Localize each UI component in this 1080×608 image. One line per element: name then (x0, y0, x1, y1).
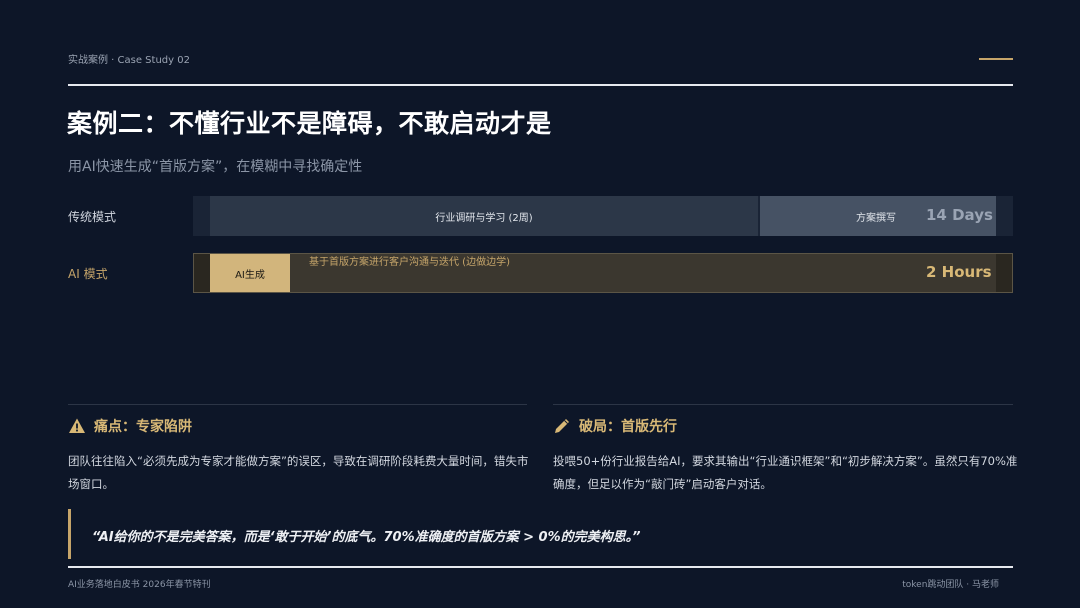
pain-point-divider (68, 404, 527, 405)
ai-generate-segment: AI生成 (210, 254, 290, 292)
writing-segment: 方案撰写 14 Days (760, 196, 996, 236)
iterate-segment-label: 基于首版方案进行客户沟通与迭代 (边做边学) (309, 257, 510, 268)
ai-duration: 2 Hours (926, 263, 992, 281)
footer-publication: AI业务落地白皮书 2026年春节特刊 (68, 580, 211, 590)
traditional-mode-label: 传统模式 (68, 210, 117, 224)
footer-author: token跳动团队 · 马老师 (902, 580, 999, 590)
pain-point-body: 团队往往陷入“必须先成为专家才能做方案”的误区，导致在调研阶段耗费大量时间，错失… (68, 454, 529, 491)
case-study-label: 实战案例 · Case Study 02 (68, 55, 190, 66)
pencil-icon (553, 417, 571, 435)
writing-segment-label: 方案撰写 (856, 213, 896, 224)
top-divider (68, 84, 1013, 86)
pain-point-title: 痛点：专家陷阱 (94, 419, 192, 435)
warning-icon (68, 417, 86, 435)
traditional-timeline: 行业调研与学习 (2周) 方案撰写 14 Days (193, 196, 1013, 236)
traditional-duration: 14 Days (926, 206, 993, 224)
breakthrough-body: 投喂50+份行业报告给AI，要求其输出“行业通识框架”和“初步解决方案”。虽然只… (553, 454, 1018, 491)
research-segment: 行业调研与学习 (2周) (210, 196, 758, 236)
research-segment-label: 行业调研与学习 (2周) (435, 212, 533, 224)
page-subtitle: 用AI快速生成“首版方案”，在模糊中寻找确定性 (68, 159, 363, 175)
breakthrough-divider (553, 404, 1013, 405)
ai-generate-label: AI生成 (235, 269, 265, 281)
breakthrough-title: 破局：首版先行 (579, 419, 677, 435)
ai-mode-label: AI 模式 (68, 267, 108, 281)
quote-accent-bar (68, 509, 71, 559)
key-quote: “AI给你的不是完美答案，而是‘敢于开始’的底气。70%准确度的首版方案 > 0… (92, 530, 641, 545)
breakthrough-heading: 破局：首版先行 (553, 416, 677, 436)
iterate-segment: 基于首版方案进行客户沟通与迭代 (边做边学) 2 Hours (290, 254, 996, 292)
page-title: 案例二：不懂行业不是障碍，不敢启动才是 (67, 109, 552, 138)
accent-mark (979, 58, 1013, 60)
bottom-divider (68, 566, 1013, 568)
ai-timeline: AI生成 基于首版方案进行客户沟通与迭代 (边做边学) 2 Hours (193, 253, 1013, 293)
pain-point-heading: 痛点：专家陷阱 (68, 416, 192, 436)
